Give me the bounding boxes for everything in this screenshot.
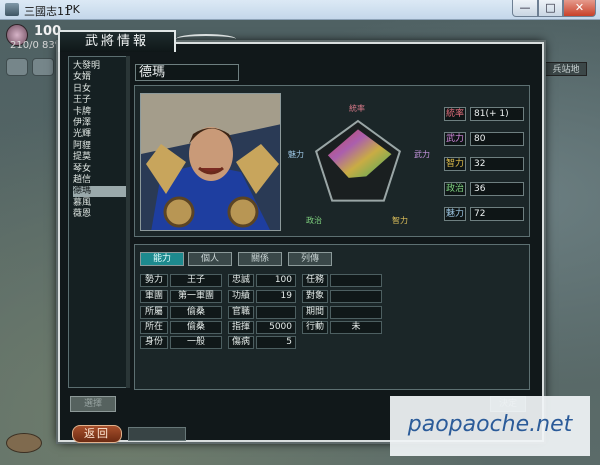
stat-label: 政治 xyxy=(444,182,466,196)
officer-list-item[interactable]: 慕風 xyxy=(73,198,127,209)
menu-icon[interactable] xyxy=(32,58,54,76)
info-label-health: 傷病 xyxy=(228,336,254,349)
officer-list-item[interactable]: 卡牌 xyxy=(73,107,127,118)
radar-label-lead: 統率 xyxy=(349,104,365,113)
stat-lead: 統率 81(+ 1) xyxy=(444,107,524,121)
officer-name: 德瑪 xyxy=(135,64,239,81)
app-icon xyxy=(5,3,19,16)
officer-list-item[interactable]: 琴女 xyxy=(73,164,127,175)
stat-label: 智力 xyxy=(444,157,466,171)
radar-label-war: 武力 xyxy=(414,150,430,159)
info-value-health: 5 xyxy=(256,336,296,349)
info-value-merit: 19 xyxy=(256,290,296,303)
stat-pol: 政治 36 xyxy=(444,182,524,196)
officer-list-item[interactable]: 女婿 xyxy=(73,72,127,83)
map-icon[interactable] xyxy=(6,58,28,76)
stat-value: 36 xyxy=(470,182,524,196)
info-value-period xyxy=(330,306,382,319)
info-value-office xyxy=(256,306,296,319)
info-label-period: 期間 xyxy=(302,306,328,319)
stat-label: 魅力 xyxy=(444,207,466,221)
officer-list-item[interactable]: 日女 xyxy=(73,84,127,95)
info-value-duty xyxy=(330,274,382,287)
officer-list-item[interactable]: 伊澤 xyxy=(73,118,127,129)
stat-value: 32 xyxy=(470,157,524,171)
tab-ability[interactable]: 能力 xyxy=(140,252,184,266)
stats-panel: 統率 81(+ 1) 武力 80 智力 32 政治 36 魅力 72 xyxy=(436,93,526,231)
info-value-target xyxy=(330,290,382,303)
bottom-emblem-icon xyxy=(6,433,42,453)
officer-list-item[interactable]: 薇恩 xyxy=(73,209,127,220)
tab-relations[interactable]: 關係 xyxy=(238,252,282,266)
window-titlebar: 三國志11 PK — □ ✕ xyxy=(0,0,600,20)
stat-war: 武力 80 xyxy=(444,132,524,146)
info-label-action: 行動 xyxy=(302,321,328,334)
info-label-army: 軍團 xyxy=(140,290,168,303)
resource-sub: 210/0 83% xyxy=(10,40,65,51)
stat-label: 武力 xyxy=(444,132,466,146)
window-title-extra: PK xyxy=(66,3,80,16)
info-label-faction: 勢力 xyxy=(140,274,168,287)
select-button[interactable]: 選擇 xyxy=(70,396,116,412)
minimize-button[interactable]: — xyxy=(512,0,538,17)
stat-int: 智力 32 xyxy=(444,157,524,171)
close-button[interactable]: ✕ xyxy=(563,0,596,17)
info-label-duty: 任務 xyxy=(302,274,328,287)
stat-value: 72 xyxy=(470,207,524,221)
officer-list-item[interactable]: 德瑪 xyxy=(73,186,127,198)
dialog-title: 武將情報 xyxy=(58,30,176,52)
stat-label: 統率 xyxy=(444,107,466,121)
info-value-affil: 偷桑 xyxy=(170,306,222,319)
stat-value: 80 xyxy=(470,132,524,146)
radar-label-int: 智力 xyxy=(392,216,408,225)
officer-list-item[interactable]: 光輝 xyxy=(73,129,127,140)
officer-list-item[interactable]: 大發明 xyxy=(73,61,127,72)
watermark-logo: paopaoche.net xyxy=(390,396,590,456)
info-value-faction: 王子 xyxy=(170,274,222,287)
info-value-loyalty: 100 xyxy=(256,274,296,287)
tab-biography[interactable]: 列傳 xyxy=(288,252,332,266)
info-label-command: 指揮 xyxy=(228,321,254,334)
info-label-merit: 功績 xyxy=(228,290,254,303)
info-label-loc: 所在 xyxy=(140,321,168,334)
officer-list-scrollbar[interactable] xyxy=(126,56,130,388)
officer-list-item[interactable]: 阿貍 xyxy=(73,141,127,152)
officer-portrait xyxy=(140,93,281,231)
stat-value: 81(+ 1) xyxy=(470,107,524,121)
window-title: 三國志11 xyxy=(24,5,71,18)
info-value-loc: 偷桑 xyxy=(170,321,222,334)
info-label-rank: 身份 xyxy=(140,336,168,349)
bottom-strip xyxy=(128,427,186,441)
title-decoration xyxy=(176,34,236,44)
radar-chart-panel: 統率 武力 智力 政治 魅力 xyxy=(286,93,431,231)
officer-list-item[interactable]: 提莫 xyxy=(73,152,127,163)
corner-tag: 兵站地 xyxy=(545,62,587,76)
info-label-target: 對象 xyxy=(302,290,328,303)
info-value-rank: 一般 xyxy=(170,336,222,349)
radar-label-pol: 政治 xyxy=(306,216,322,225)
maximize-button[interactable]: □ xyxy=(538,0,563,17)
tab-personal[interactable]: 個人 xyxy=(188,252,232,266)
info-value-command: 5000 xyxy=(256,321,296,334)
officer-list[interactable]: 大發明 女婿 日女 王子 卡牌 伊澤 光輝 阿貍 提莫 琴女 趙信 德瑪 慕風 薇恩 xyxy=(68,56,130,388)
back-button[interactable]: 返回 xyxy=(72,425,122,443)
info-value-army: 第一軍團 xyxy=(170,290,222,303)
radar-label-cha: 魅力 xyxy=(288,150,304,159)
stat-cha: 魅力 72 xyxy=(444,207,524,221)
info-value-action: 未 xyxy=(330,321,382,334)
officer-list-item[interactable]: 王子 xyxy=(73,95,127,106)
officer-list-item[interactable]: 趙信 xyxy=(73,175,127,186)
info-label-loyalty: 忠誠 xyxy=(228,274,254,287)
info-label-affil: 所屬 xyxy=(140,306,168,319)
info-label-office: 官職 xyxy=(228,306,254,319)
